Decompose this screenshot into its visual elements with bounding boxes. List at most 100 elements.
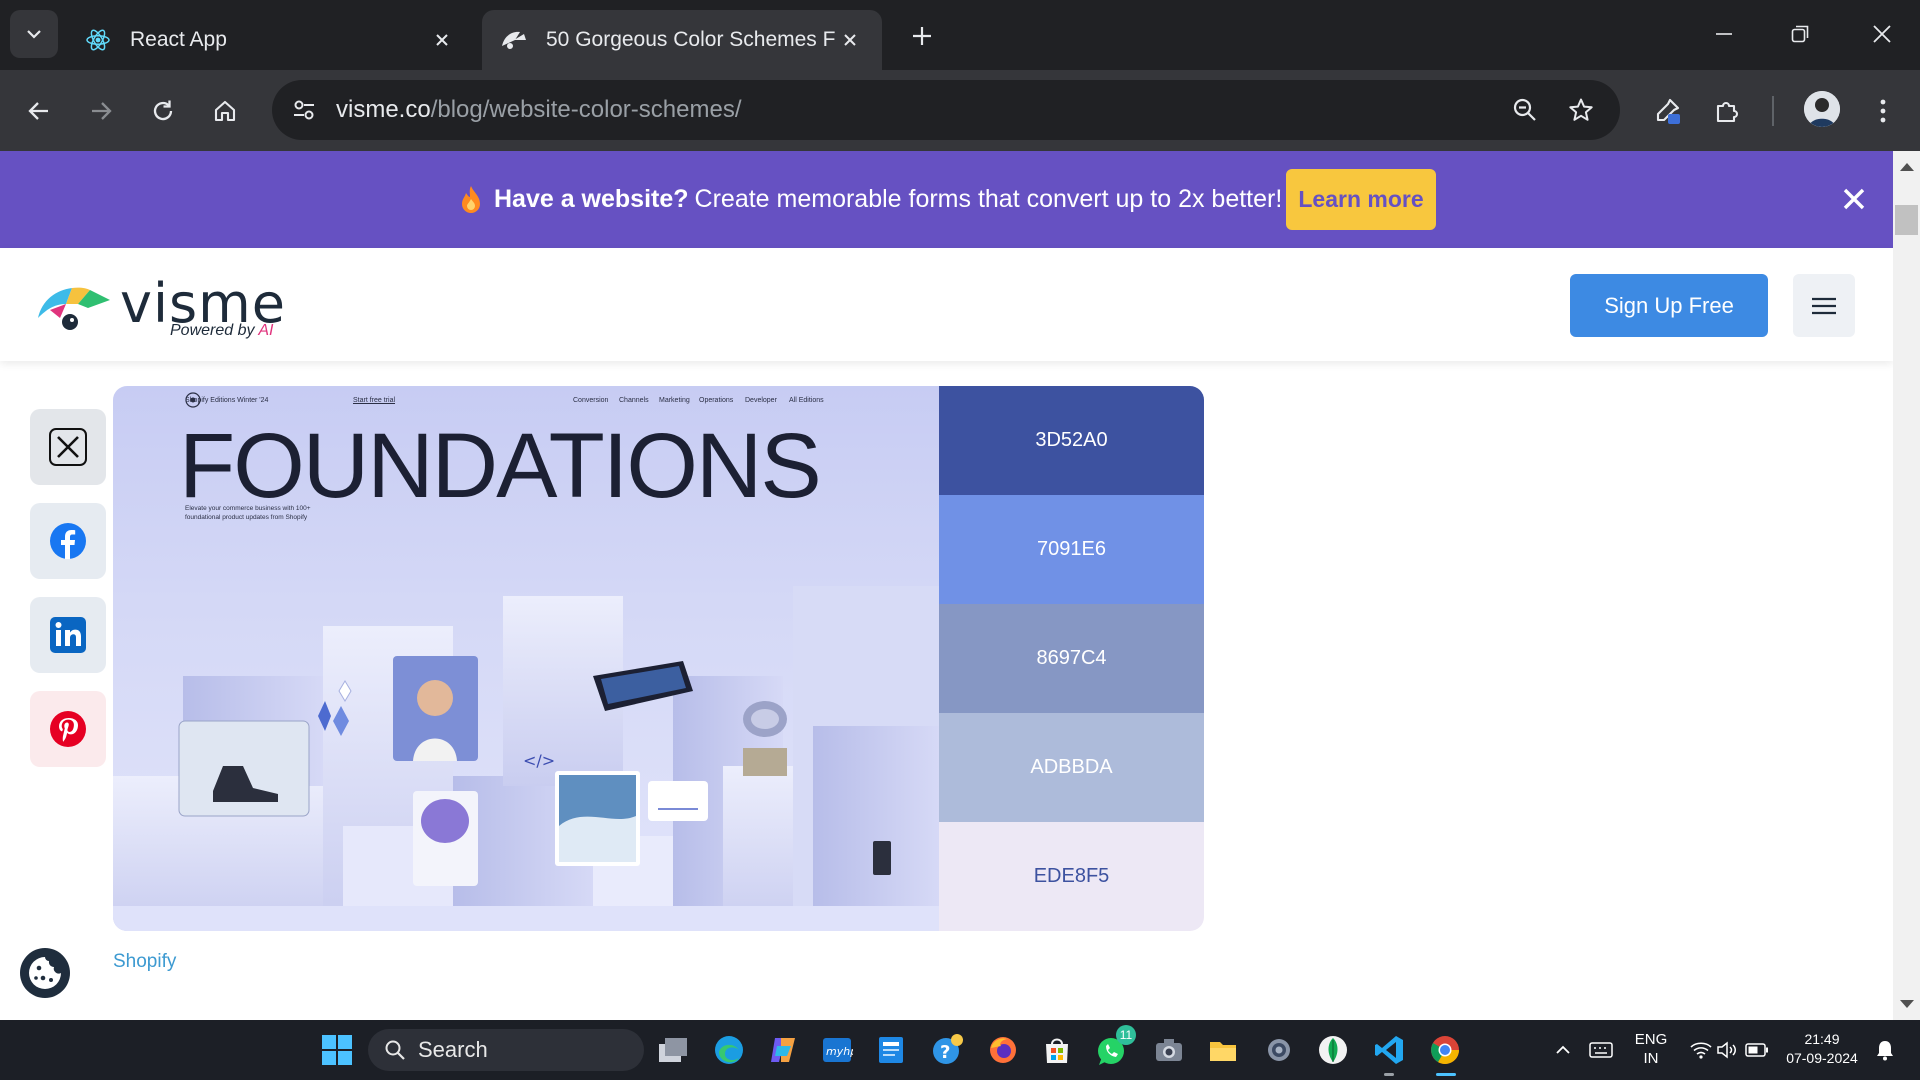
region-code: IN [1643, 1050, 1659, 1067]
start-button[interactable] [316, 1029, 358, 1071]
swatch-hex-label: EDE8F5 [1033, 865, 1110, 887]
touch-keyboard-button[interactable] [1580, 1029, 1622, 1071]
help-app[interactable]: ? [926, 1029, 968, 1071]
clock[interactable]: 21:49 07-09-2024 [1782, 1030, 1862, 1068]
visme-logo[interactable]: visme Powered by AI [36, 272, 296, 344]
myhp-app[interactable]: myhp [816, 1029, 858, 1071]
home-icon [214, 100, 236, 122]
settings-app[interactable] [1258, 1029, 1300, 1071]
mongodb-compass-app[interactable] [1312, 1029, 1354, 1071]
extensions-button[interactable] [1704, 88, 1750, 134]
task-view-button[interactable] [652, 1029, 694, 1071]
learn-more-button[interactable]: Learn more [1286, 169, 1436, 230]
pinterest-share-button[interactable] [30, 691, 106, 767]
scroll-up-arrow[interactable] [1900, 163, 1914, 171]
firefox-app[interactable] [982, 1029, 1024, 1071]
shot-nav-link: All Editions [789, 397, 824, 404]
file-explorer-app[interactable] [1202, 1029, 1244, 1071]
swatch-hex-label: 7091E6 [1037, 538, 1106, 560]
sign-up-button[interactable]: Sign Up Free [1570, 274, 1768, 337]
flame-icon [462, 185, 480, 213]
vscode-icon [1375, 1036, 1403, 1064]
tab-react-app[interactable]: React App [66, 10, 474, 70]
browser-toolbar: visme.co/blog/website-color-schemes/ [0, 70, 1920, 151]
scroll-down-arrow[interactable] [1900, 1000, 1914, 1008]
close-icon [1843, 188, 1865, 210]
clock-date: 07-09-2024 [1786, 1050, 1858, 1066]
more-vert-icon [1880, 99, 1886, 123]
tab-search-button[interactable] [10, 10, 58, 58]
arrow-right-icon [92, 102, 112, 120]
linkedin-share-button[interactable] [30, 597, 106, 673]
restore-icon [1791, 25, 1809, 43]
zoom-button[interactable] [1504, 89, 1546, 131]
input-language-indicator[interactable]: ENG IN [1628, 1030, 1674, 1068]
page-viewport: Have a website? Create memorable forms t… [0, 151, 1893, 1020]
camera-icon [1156, 1039, 1182, 1061]
edge-app[interactable] [708, 1029, 750, 1071]
news-app[interactable] [870, 1029, 912, 1071]
palette-swatches: 3D52A0 7091E6 8697C4 ADBBDA EDE8F5 [939, 386, 1204, 931]
tab-color-schemes[interactable]: 50 Gorgeous Color Schemes From [482, 10, 882, 70]
show-hidden-icons-button[interactable] [1542, 1029, 1584, 1071]
taskbar-search[interactable]: Search [368, 1029, 644, 1071]
promo-content: Have a website? Create memorable forms t… [460, 151, 1282, 248]
shot-headline: FOUNDATIONS [179, 415, 822, 517]
close-window-button[interactable] [1860, 14, 1904, 54]
new-tab-button[interactable] [904, 18, 940, 54]
close-tab-icon[interactable] [428, 26, 456, 54]
close-tab-icon[interactable] [836, 26, 864, 54]
facebook-share-button[interactable] [30, 503, 106, 579]
microsoft-store-app[interactable] [1036, 1029, 1078, 1071]
x-share-button[interactable] [30, 409, 106, 485]
shopify-logo-icon [185, 392, 201, 408]
forward-button[interactable] [78, 88, 124, 134]
vscode-app[interactable] [1368, 1029, 1410, 1076]
eyedropper-icon [1656, 98, 1680, 124]
image-caption-link[interactable]: Shopify [113, 951, 176, 973]
swatch-hex-label: ADBBDA [1030, 756, 1113, 778]
shot-subtext: Elevate your commerce business with 100+… [185, 504, 311, 522]
keyboard-icon [1589, 1042, 1613, 1058]
minimize-button[interactable] [1702, 14, 1746, 54]
svg-text:?: ? [940, 1042, 950, 1063]
active-indicator [1436, 1073, 1456, 1076]
reload-button[interactable] [140, 88, 186, 134]
clock-time: 21:49 [1804, 1031, 1840, 1047]
shot-nav-cta: Start free trial [353, 397, 396, 404]
site-info-button[interactable] [282, 88, 326, 132]
chrome-app[interactable] [1424, 1029, 1466, 1076]
copilot-app[interactable] [762, 1029, 804, 1071]
cookie-settings-button[interactable] [20, 948, 70, 998]
copilot-icon [771, 1038, 795, 1062]
avatar-icon [1804, 91, 1840, 127]
site-header: visme Powered by AI Sign Up Free [0, 248, 1893, 361]
chevron-down-icon [27, 30, 41, 39]
restore-button[interactable] [1778, 14, 1822, 54]
notifications-button[interactable] [1864, 1029, 1906, 1071]
camera-app[interactable] [1148, 1029, 1190, 1071]
color-swatch: 3D52A0 [939, 386, 1204, 495]
whatsapp-app[interactable]: 11 [1092, 1025, 1136, 1071]
promo-text: Create memorable forms that convert up t… [694, 185, 1283, 213]
linkedin-icon [50, 617, 86, 653]
profile-avatar[interactable] [1804, 91, 1840, 127]
bookmark-button[interactable] [1560, 89, 1602, 131]
hamburger-menu-button[interactable] [1793, 274, 1855, 337]
url-host: visme.co [336, 96, 431, 123]
address-bar[interactable]: visme.co/blog/website-color-schemes/ [272, 80, 1620, 140]
close-banner-button[interactable] [1838, 183, 1870, 215]
x-icon [49, 428, 87, 466]
chrome-menu-button[interactable] [1860, 88, 1906, 134]
back-button[interactable] [16, 88, 62, 134]
page-scrollbar[interactable] [1893, 151, 1920, 1020]
zoom-out-icon [1513, 98, 1536, 121]
scrollbar-thumb[interactable] [1895, 205, 1918, 235]
home-button[interactable] [202, 88, 248, 134]
eyedropper-extension-button[interactable] [1644, 88, 1690, 134]
tab-title: 50 Gorgeous Color Schemes From [546, 28, 836, 51]
logo-tag-prefix: Powered by [170, 322, 255, 339]
chrome-icon [1431, 1036, 1459, 1064]
battery-button[interactable] [1736, 1029, 1778, 1071]
firefox-icon [990, 1037, 1016, 1063]
